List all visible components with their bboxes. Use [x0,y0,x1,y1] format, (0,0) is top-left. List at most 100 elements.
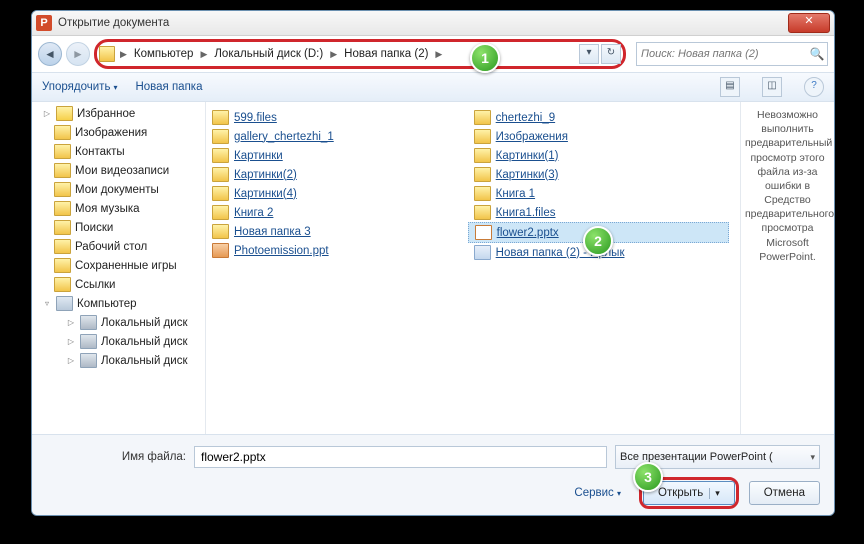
folder-icon [54,201,71,216]
chevron-right-icon: ▶ [117,49,130,60]
file-item[interactable]: Книга 2 [206,203,468,222]
crumb-drive[interactable]: Локальный диск (D:) [210,44,327,64]
window-title: Открытие документа [58,17,788,29]
tree-item[interactable]: Рабочий стол [32,237,205,256]
file-item[interactable]: Картинки(4) [206,184,468,203]
crumb-computer[interactable]: Компьютер [130,44,198,64]
open-file-dialog: P Открытие документа ✕ ◄ ► ▶ Компьютер ▶… [31,10,835,516]
powerpoint-icon: P [36,15,52,31]
refresh-icon[interactable]: ↻ [601,44,621,64]
search-icon[interactable]: 🔍 [807,47,827,61]
tree-computer[interactable]: ▿Компьютер [32,294,205,313]
folder-icon [474,186,491,201]
folder-icon [54,258,71,273]
tree-drive[interactable]: ▷Локальный диск [32,351,205,370]
file-name: Книга 1 [496,188,535,200]
folder-icon [54,277,71,292]
file-name: Картинки [234,150,283,162]
tree-item[interactable]: Моя музыка [32,199,205,218]
file-name: Картинки(3) [496,169,559,181]
folder-root-icon [99,46,115,62]
chevron-right-icon: ▶ [197,49,210,60]
file-item[interactable]: gallery_chertezhi_1 [206,127,468,146]
file-name: Photoemission.ppt [234,245,329,257]
folder-icon [474,167,491,182]
file-name: Изображения [496,131,568,143]
chevron-down-icon[interactable]: ▾ [709,488,720,499]
pptx-icon [475,225,492,240]
tree-item[interactable]: Изображения [32,123,205,142]
folder-icon [474,110,491,125]
folder-icon [212,186,229,201]
file-name: Картинки(2) [234,169,297,181]
help-icon[interactable]: ? [804,77,824,97]
file-item[interactable]: Картинки [206,146,468,165]
file-item[interactable]: 599.files [206,108,468,127]
file-name: gallery_chertezhi_1 [234,131,334,143]
address-bar[interactable]: ▶ Компьютер ▶ Локальный диск (D:) ▶ Нова… [94,39,626,69]
folder-icon [474,129,491,144]
file-item[interactable]: Картинки(3) [468,165,730,184]
nav-row: ◄ ► ▶ Компьютер ▶ Локальный диск (D:) ▶ … [32,36,834,72]
preview-pane-icon[interactable]: ◫ [762,77,782,97]
folder-icon [212,129,229,144]
back-button[interactable]: ◄ [38,42,62,66]
file-name: Новая папка 3 [234,226,311,238]
folder-icon [54,163,71,178]
link-icon [474,245,491,260]
new-folder-button[interactable]: Новая папка [135,81,202,93]
cancel-button[interactable]: Отмена [749,481,820,505]
file-item[interactable]: Книга1.files [468,203,730,222]
file-item[interactable]: Photoemission.ppt [206,241,468,260]
crumb-folder[interactable]: Новая папка (2) [340,44,432,64]
search-input[interactable] [637,48,807,60]
file-item[interactable]: Новая папка 3 [206,222,468,241]
search-box[interactable]: 🔍 [636,42,828,66]
tree-item[interactable]: Ссылки [32,275,205,294]
tree-drive[interactable]: ▷Локальный диск [32,332,205,351]
file-name: 599.files [234,112,277,124]
organize-menu[interactable]: Упорядочить ▾ [42,81,117,93]
dialog-body: ▷Избранное Изображения Контакты Мои виде… [32,102,834,434]
tree-favorites[interactable]: ▷Избранное [32,104,205,123]
tree-drive[interactable]: ▷Локальный диск [32,313,205,332]
annotation-3: 3 [633,462,663,492]
tree-item[interactable]: Сохраненные игры [32,256,205,275]
chevron-right-icon: ▶ [327,49,340,60]
file-item[interactable]: Картинки(1) [468,146,730,165]
toolbar: Упорядочить ▾ Новая папка ▤ ◫ ? [32,72,834,102]
annotation-2: 2 [583,226,613,256]
chevron-right-icon: ▶ [432,49,445,60]
folder-icon [54,144,71,159]
dialog-footer: Имя файла: Все презентации PowerPoint (▾… [32,434,834,516]
tree-item[interactable]: Поиски [32,218,205,237]
ppt-icon [212,243,229,258]
file-item[interactable]: Книга 1 [468,184,730,203]
file-item[interactable]: Картинки(2) [206,165,468,184]
folder-icon [54,239,71,254]
tree-item[interactable]: Мои видеозаписи [32,161,205,180]
folder-icon [54,125,71,140]
tree-item[interactable]: Мои документы [32,180,205,199]
file-list[interactable]: 599.files gallery_chertezhi_1 Картинки Карт… [206,102,740,434]
file-name: chertezhi_9 [496,112,555,124]
computer-icon [56,296,73,311]
folder-icon [474,148,491,163]
titlebar: P Открытие документа ✕ [32,11,834,36]
file-item[interactable]: chertezhi_9 [468,108,730,127]
file-name: Книга 2 [234,207,273,219]
navigation-tree[interactable]: ▷Избранное Изображения Контакты Мои виде… [32,102,206,434]
filename-label: Имя файла: [46,451,186,463]
view-options-icon[interactable]: ▤ [720,77,740,97]
close-button[interactable]: ✕ [788,13,830,33]
address-dropdown-icon[interactable]: ▾ [579,44,599,64]
file-item[interactable]: Изображения [468,127,730,146]
tools-menu[interactable]: Сервис ▾ [574,487,621,499]
folder-icon [54,182,71,197]
chevron-down-icon: ▾ [810,452,815,463]
forward-button[interactable]: ► [66,42,90,66]
file-name: Картинки(1) [496,150,559,162]
tree-item[interactable]: Контакты [32,142,205,161]
filename-input[interactable] [194,446,607,468]
folder-icon [212,205,229,220]
